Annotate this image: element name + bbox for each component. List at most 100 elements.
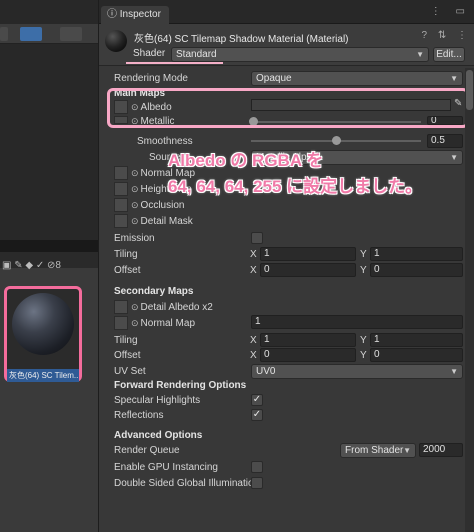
chevron-down-icon: ▼ — [416, 50, 424, 59]
material-preview-sphere — [12, 293, 74, 355]
tiling-label: Tiling — [114, 249, 138, 260]
detail-albedo-label-text: Detail Albedo x2 — [140, 302, 213, 313]
inspector-scrollbar[interactable] — [465, 68, 474, 532]
tab-inspector[interactable]: ⓘ Inspector — [101, 6, 169, 24]
specular-highlights-label: Specular Highlights — [114, 395, 201, 406]
toolbar-button[interactable] — [0, 27, 8, 41]
selected-material-asset[interactable]: 灰色(64) SC Tilem... — [4, 286, 82, 382]
smoothness-label: Smoothness — [137, 136, 193, 147]
detail-albedo-texture-slot[interactable] — [114, 300, 128, 314]
gizmo-sphere-icon[interactable] — [20, 27, 42, 41]
project-panel: ▣ ✎ ◆ ✓ ⊘8 灰色(64) SC Tilem... — [0, 252, 98, 532]
offset-x-axis: X — [250, 265, 257, 276]
asset-name: 灰色(64) SC Tilem... — [7, 369, 79, 382]
inspector-tabbar: ⓘ Inspector ⋮ ▭ — [99, 0, 474, 24]
specular-highlights-checkbox[interactable]: ✓ — [251, 394, 263, 406]
shader-underline-highlight — [126, 62, 223, 64]
secondary-normal-label: ⊙ Normal Map — [131, 318, 195, 329]
secondary-offset-y-field[interactable]: 0 — [370, 348, 463, 362]
info-icon: ⓘ — [107, 9, 120, 20]
reflections-label: Reflections — [114, 410, 164, 421]
tiling-y-axis: Y — [360, 249, 367, 260]
emission-label: Emission — [114, 233, 155, 244]
secondary-normal-label-text: Normal Map — [140, 318, 196, 329]
secondary-tiling-x-axis: X — [250, 335, 257, 346]
render-queue-mode: From Shader — [345, 445, 404, 456]
secondary-offset-x-field[interactable]: 0 — [260, 348, 356, 362]
normal-map-texture-slot[interactable] — [114, 166, 128, 180]
emission-checkbox[interactable] — [251, 232, 263, 244]
scrollbar-thumb[interactable] — [466, 70, 473, 110]
uv-set-dropdown[interactable]: UV0 ▼ — [251, 364, 463, 379]
offset-y-axis: Y — [360, 265, 367, 276]
secondary-offset-label: Offset — [114, 350, 141, 361]
rendering-mode-value: Opaque — [256, 73, 292, 84]
shader-value: Standard — [176, 49, 217, 60]
dot-icon: ⊙ — [131, 216, 139, 226]
gpu-instancing-label: Enable GPU Instancing — [114, 462, 218, 473]
detail-albedo-label: ⊙ Detail Albedo x2 — [131, 302, 213, 313]
rendering-mode-dropdown[interactable]: Opaque ▼ — [251, 71, 463, 86]
dot-icon: ⊙ — [131, 168, 139, 178]
secondary-maps-header: Secondary Maps — [114, 286, 194, 297]
smoothness-value-field[interactable]: 0.5 — [427, 134, 463, 148]
secondary-offset-y-axis: Y — [360, 350, 367, 361]
secondary-normal-texture-slot[interactable] — [114, 316, 128, 330]
occlusion-label-text: Occlusion — [140, 200, 185, 211]
project-toolbar-icons[interactable]: ▣ ✎ ◆ ✓ ⊘8 — [0, 256, 98, 274]
uv-set-label: UV Set — [114, 366, 146, 377]
detail-mask-label-text: Detail Mask — [140, 216, 193, 227]
tiling-y-field[interactable]: 1 — [370, 247, 463, 261]
chevron-down-icon: ▼ — [403, 446, 411, 455]
reflections-checkbox[interactable]: ✓ — [251, 409, 263, 421]
height-map-texture-slot[interactable] — [114, 182, 128, 196]
chevron-down-icon: ▼ — [450, 74, 458, 83]
annotation-line-1: Albedo の RGBA を — [168, 151, 324, 170]
rendering-mode-label: Rendering Mode — [114, 73, 188, 84]
tab-menu-icons[interactable]: ⋮ ▭ — [431, 6, 471, 17]
offset-x-field[interactable]: 0 — [260, 263, 356, 277]
secondary-tiling-x-field[interactable]: 1 — [260, 333, 356, 347]
detail-mask-texture-slot[interactable] — [114, 214, 128, 228]
inspector-panel: ⓘ Inspector ⋮ ▭ 灰色(64) SC Tilemap Shadow… — [98, 0, 474, 532]
secondary-tiling-y-axis: Y — [360, 335, 367, 346]
shader-label: Shader — [133, 48, 166, 59]
layout-icon[interactable] — [60, 27, 82, 41]
tab-inspector-label: Inspector — [119, 9, 161, 20]
scene-toolbar — [0, 24, 98, 44]
dot-icon: ⊙ — [131, 200, 139, 210]
forward-rendering-header: Forward Rendering Options — [114, 380, 247, 391]
gpu-instancing-checkbox[interactable] — [251, 461, 263, 473]
albedo-highlight-box — [107, 88, 469, 128]
render-queue-value-field[interactable]: 2000 — [419, 443, 463, 457]
advanced-options-header: Advanced Options — [114, 430, 203, 441]
panel-divider[interactable] — [0, 240, 98, 252]
double-sided-gi-checkbox[interactable] — [251, 477, 263, 489]
annotation-text: Albedo の RGBA を 64, 64, 64, 255 に設定しました。 — [168, 148, 468, 200]
dot-icon: ⊙ — [131, 318, 139, 328]
occlusion-texture-slot[interactable] — [114, 198, 128, 212]
chevron-down-icon: ▼ — [450, 367, 458, 376]
render-queue-label: Render Queue — [114, 445, 180, 456]
secondary-tiling-label: Tiling — [114, 335, 138, 346]
secondary-normal-scale-field[interactable]: 1 — [251, 315, 463, 329]
help-settings-icons[interactable]: ? ⇅ ⋮ — [422, 30, 472, 41]
secondary-offset-x-axis: X — [250, 350, 257, 361]
shader-dropdown[interactable]: Standard ▼ — [171, 47, 429, 62]
offset-label: Offset — [114, 265, 141, 276]
dot-icon: ⊙ — [131, 184, 139, 194]
detail-mask-label: ⊙ Detail Mask — [131, 216, 193, 227]
dot-icon: ⊙ — [131, 302, 139, 312]
material-title: 灰色(64) SC Tilemap Shadow Material (Mater… — [134, 34, 349, 45]
scene-panel — [0, 0, 98, 240]
occlusion-label: ⊙ Occlusion — [131, 200, 184, 211]
render-queue-dropdown[interactable]: From Shader ▼ — [340, 443, 416, 458]
offset-y-field[interactable]: 0 — [370, 263, 463, 277]
secondary-tiling-y-field[interactable]: 1 — [370, 333, 463, 347]
double-sided-gi-label: Double Sided Global Illumination — [114, 478, 260, 489]
edit-button[interactable]: Edit... — [433, 47, 465, 62]
tiling-x-field[interactable]: 1 — [260, 247, 356, 261]
uv-set-value: UV0 — [256, 366, 276, 377]
tiling-x-axis: X — [250, 249, 257, 260]
smoothness-slider-knob[interactable] — [332, 136, 341, 145]
